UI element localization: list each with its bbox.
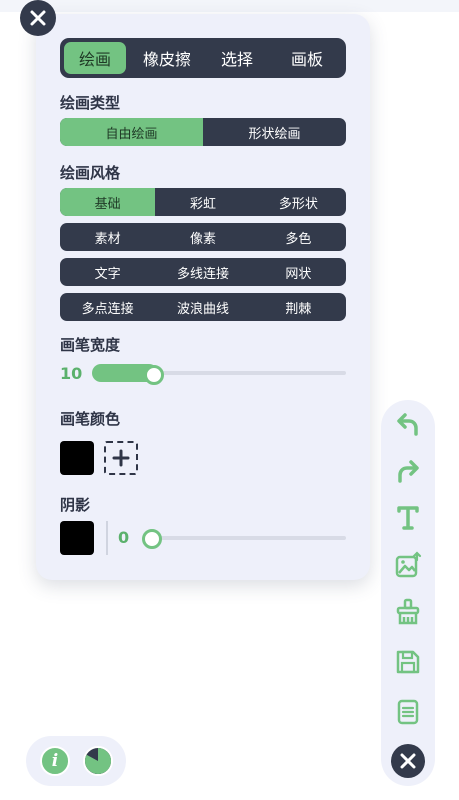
brush-width-knob[interactable] xyxy=(143,365,164,385)
tab-eraser[interactable]: 橡皮擦 xyxy=(132,42,202,74)
style-multi-line[interactable]: 多线连接 xyxy=(155,258,250,286)
brush-width-title: 画笔宽度 xyxy=(60,336,121,354)
close-icon xyxy=(30,10,46,26)
style-material[interactable]: 素材 xyxy=(60,223,155,251)
shadow-divider xyxy=(106,521,108,555)
image-upload-button[interactable] xyxy=(392,549,424,581)
style-multi-shape[interactable]: 多形状 xyxy=(251,188,346,216)
progress-button[interactable] xyxy=(82,745,114,777)
add-color-button[interactable] xyxy=(104,441,138,475)
undo-button[interactable] xyxy=(392,408,424,440)
style-row-1: 基础 彩虹 多形状 xyxy=(60,188,346,216)
shadow-value: 0 xyxy=(118,528,130,547)
style-thorns[interactable]: 荆棘 xyxy=(251,293,346,321)
tab-canvas[interactable]: 画板 xyxy=(272,42,342,74)
redo-icon xyxy=(398,460,419,483)
brush-color-swatch[interactable] xyxy=(60,441,94,475)
style-row-2: 素材 像素 多色 xyxy=(60,223,346,251)
save-button[interactable] xyxy=(392,646,424,678)
style-rainbow[interactable]: 彩虹 xyxy=(155,188,250,216)
save-icon xyxy=(396,650,420,674)
document-icon xyxy=(397,699,419,725)
close-panel-button[interactable] xyxy=(20,0,56,36)
drawing-settings-panel: 绘画 橡皮擦 选择 画板 绘画类型 自由绘画 形状绘画 绘画风格 基础 彩虹 多… xyxy=(36,14,370,580)
undo-icon xyxy=(397,413,418,436)
brush-color-title: 画笔颜色 xyxy=(60,410,121,428)
shadow-track[interactable] xyxy=(148,536,346,540)
style-text[interactable]: 文字 xyxy=(60,258,155,286)
shadow-color-swatch[interactable] xyxy=(60,521,94,555)
plus-icon xyxy=(112,449,130,467)
info-button[interactable]: i xyxy=(40,746,70,776)
text-tool-button[interactable] xyxy=(392,502,424,534)
option-shape-draw[interactable]: 形状绘画 xyxy=(203,118,346,146)
style-multi-point[interactable]: 多点连接 xyxy=(60,293,155,321)
top-background-strip xyxy=(0,0,459,12)
pie-progress-icon xyxy=(83,746,113,776)
option-free-draw[interactable]: 自由绘画 xyxy=(60,118,203,146)
shadow-title: 阴影 xyxy=(60,496,91,514)
info-icon: i xyxy=(51,751,59,771)
style-row-3: 文字 多线连接 网状 xyxy=(60,258,346,286)
clear-icon xyxy=(396,598,420,625)
toolbar-close-button[interactable] xyxy=(391,744,425,778)
style-mesh[interactable]: 网状 xyxy=(251,258,346,286)
drawing-type-title: 绘画类型 xyxy=(60,94,121,112)
document-button[interactable] xyxy=(392,696,424,728)
bottom-controls: i xyxy=(26,736,126,786)
style-basic[interactable]: 基础 xyxy=(60,188,156,216)
drawing-type-selector: 自由绘画 形状绘画 xyxy=(60,118,346,146)
image-upload-icon xyxy=(395,551,422,578)
shadow-knob[interactable] xyxy=(142,529,162,549)
style-row-4: 多点连接 波浪曲线 荆棘 xyxy=(60,293,346,321)
style-wave-curve[interactable]: 波浪曲线 xyxy=(155,293,250,321)
brush-width-value: 10 xyxy=(60,364,83,383)
clear-button[interactable] xyxy=(392,596,424,628)
redo-button[interactable] xyxy=(392,455,424,487)
style-multi-color[interactable]: 多色 xyxy=(251,223,346,251)
close-icon xyxy=(400,753,416,769)
style-pixel[interactable]: 像素 xyxy=(155,223,250,251)
side-toolbar xyxy=(381,400,435,786)
tab-select[interactable]: 选择 xyxy=(202,42,272,74)
tab-draw[interactable]: 绘画 xyxy=(64,42,126,74)
text-icon xyxy=(397,506,419,530)
mode-tabs: 绘画 橡皮擦 选择 画板 xyxy=(60,38,346,78)
drawing-style-title: 绘画风格 xyxy=(60,164,121,182)
